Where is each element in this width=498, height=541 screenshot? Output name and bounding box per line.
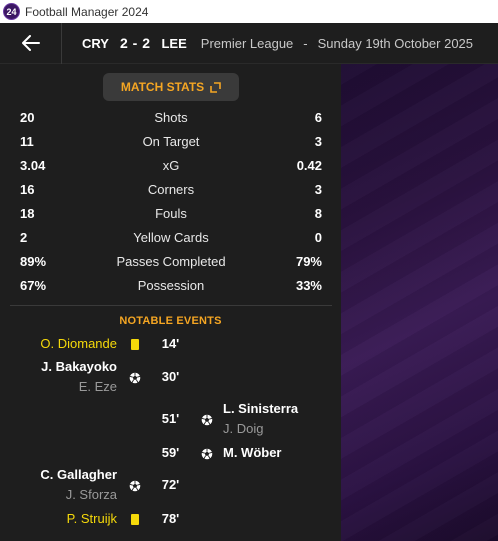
- stat-row: 20 Shots 6: [20, 107, 322, 127]
- stat-row: 11 On Target 3: [20, 131, 322, 151]
- event-player[interactable]: M. Wöber: [223, 445, 282, 461]
- event-yellow-card: P. Struijk: [67, 511, 117, 527]
- event-minute: 59': [161, 445, 180, 460]
- stat-label: On Target: [142, 133, 200, 149]
- back-button[interactable]: [0, 22, 62, 64]
- stat-row: 67% Possession 33%: [20, 275, 322, 295]
- stat-away-value: 0: [314, 229, 322, 245]
- stat-row: 16 Corners 3: [20, 179, 322, 199]
- match-stats-button[interactable]: MATCH STATS: [103, 73, 239, 101]
- stat-label: Possession: [137, 277, 205, 293]
- header-separator: -: [303, 35, 308, 51]
- stat-home-value: 20: [20, 109, 35, 125]
- event-assist[interactable]: J. Sforza: [40, 487, 117, 503]
- yellow-card-icon: [129, 338, 141, 350]
- stat-away-value: 33%: [295, 277, 322, 293]
- arrow-left-icon: [21, 35, 40, 51]
- stat-away-value: 8: [314, 205, 322, 221]
- match-date: Sunday 19th October 2025: [317, 35, 474, 51]
- event-player[interactable]: C. Gallagher: [40, 467, 117, 483]
- score-line: CRY 2 - 2 LEE Premier League - Sunday 19…: [82, 35, 473, 51]
- stat-away-value: 79%: [295, 253, 322, 269]
- stat-label: Yellow Cards: [133, 229, 209, 245]
- home-team[interactable]: CRY: [82, 36, 109, 51]
- stat-label: Corners: [147, 181, 195, 197]
- yellow-card-icon: [129, 513, 141, 525]
- event-player[interactable]: J. Bakayoko: [41, 359, 117, 375]
- match-stats-label: MATCH STATS: [120, 80, 205, 94]
- match-stats-panel: MATCH STATS 20 Shots 6 11 On Target 3 3.04 xG 0.…: [0, 64, 341, 541]
- app-logo-icon: 24: [3, 3, 20, 20]
- stat-home-value: 3.04: [20, 157, 46, 173]
- event-goal: C. Gallagher J. Sforza: [40, 467, 117, 503]
- goal-ball-icon: [129, 479, 141, 492]
- stat-away-value: 0.42: [296, 157, 322, 173]
- event-player[interactable]: P. Struijk: [67, 511, 117, 527]
- stat-away-value: 3: [314, 133, 322, 149]
- match-score: 2 - 2: [119, 35, 151, 51]
- stat-row: 18 Fouls 8: [20, 203, 322, 223]
- event-goal: J. Bakayoko E. Eze: [41, 359, 117, 395]
- event-minute: 14': [161, 336, 180, 351]
- window-title: Football Manager 2024: [25, 4, 149, 19]
- event-player[interactable]: L. Sinisterra: [223, 401, 298, 417]
- stat-row: 2 Yellow Cards 0: [20, 227, 322, 247]
- background-art: [341, 64, 498, 541]
- event-goal: M. Wöber: [223, 445, 282, 461]
- event-player[interactable]: O. Diomande: [40, 336, 117, 352]
- event-minute: 72': [161, 477, 180, 492]
- stat-label: Fouls: [155, 205, 187, 221]
- window-titlebar: 24 Football Manager 2024: [0, 0, 498, 23]
- stat-label: Shots: [154, 109, 188, 125]
- stat-away-value: 6: [314, 109, 322, 125]
- event-goal: L. Sinisterra J. Doig: [223, 401, 298, 437]
- event-minute: 78': [161, 511, 180, 526]
- away-team[interactable]: LEE: [161, 36, 186, 51]
- stat-home-value: 11: [20, 133, 34, 149]
- stat-home-value: 18: [20, 205, 35, 221]
- competition-name[interactable]: Premier League: [201, 36, 294, 51]
- expand-icon: [210, 81, 221, 93]
- stat-label: Passes Completed: [116, 253, 226, 269]
- section-divider: [10, 305, 332, 306]
- stat-away-value: 3: [314, 181, 322, 197]
- stat-home-value: 89%: [20, 253, 47, 269]
- goal-ball-icon: [201, 413, 213, 426]
- stat-row: 89% Passes Completed 79%: [20, 251, 322, 271]
- match-header: CRY 2 - 2 LEE Premier League - Sunday 19…: [0, 22, 498, 64]
- event-assist[interactable]: J. Doig: [223, 421, 298, 437]
- event-yellow-card: O. Diomande: [40, 336, 117, 352]
- stat-label: xG: [162, 157, 180, 173]
- stat-home-value: 67%: [20, 277, 47, 293]
- notable-events-title: NOTABLE EVENTS: [119, 315, 222, 327]
- event-minute: 30': [161, 369, 180, 384]
- goal-ball-icon: [129, 371, 141, 384]
- goal-ball-icon: [201, 447, 213, 460]
- event-minute: 51': [161, 411, 180, 426]
- stat-row: 3.04 xG 0.42: [20, 155, 322, 175]
- event-assist[interactable]: E. Eze: [41, 379, 117, 395]
- stat-home-value: 2: [20, 229, 28, 245]
- stat-home-value: 16: [20, 181, 35, 197]
